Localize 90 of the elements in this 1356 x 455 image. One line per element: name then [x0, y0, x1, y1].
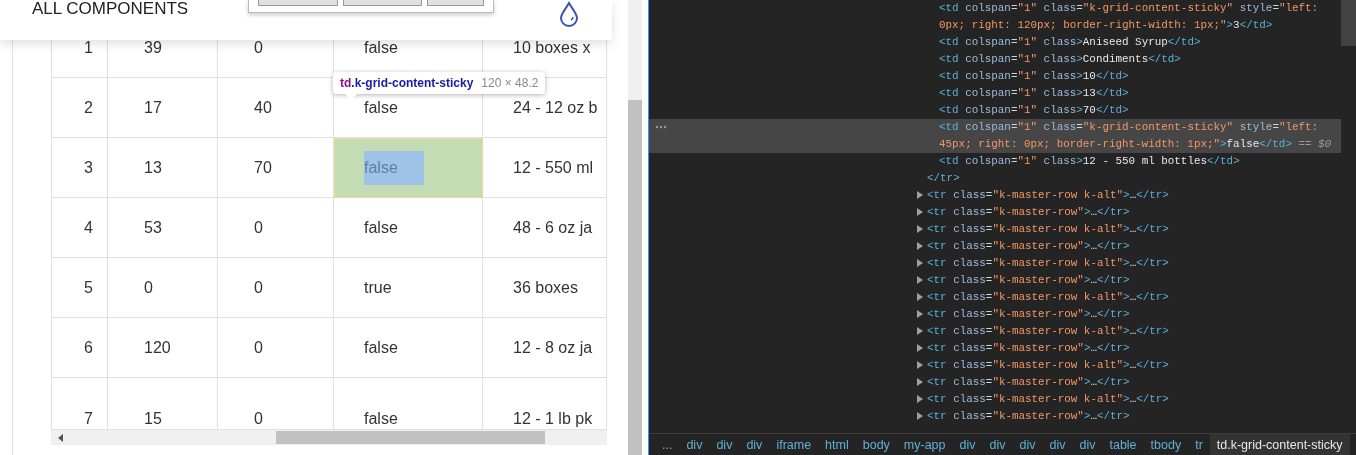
breadcrumb-item[interactable]: my-app: [896, 434, 953, 455]
breadcrumb-item[interactable]: div: [739, 434, 770, 455]
expand-triangle-icon[interactable]: [917, 412, 923, 420]
table-cell: 13: [108, 138, 218, 198]
expand-triangle-icon[interactable]: [917, 225, 923, 233]
table-cell: 12 - 1 lb pk: [483, 378, 607, 430]
breadcrumb-item[interactable]: body: [855, 434, 897, 455]
expand-triangle-icon[interactable]: [917, 191, 923, 199]
breadcrumb-item[interactable]: div: [709, 434, 740, 455]
table-cell: 48 - 6 oz ja: [483, 198, 607, 258]
vertical-scrollbar[interactable]: [628, 0, 642, 455]
dom-node-line[interactable]: <td colspan="1" class>12 - 550 ml bottles</td>: [649, 153, 1341, 170]
dom-node-line[interactable]: <tr class="k-master-row k-alt">…</tr>: [649, 221, 1341, 238]
breadcrumb-item[interactable]: tr: [1188, 434, 1210, 455]
table-cell: false: [334, 318, 483, 378]
dom-node-line[interactable]: <tr class="k-master-row k-alt">…</tr>: [649, 187, 1341, 204]
dom-node-line[interactable]: <tr class="k-master-row k-alt">…</tr>: [649, 323, 1341, 340]
dom-node-line[interactable]: <td colspan="1" class>70</td>: [649, 102, 1341, 119]
table-cell: 70: [218, 138, 334, 198]
dom-node-line[interactable]: <tr class="k-master-row">…</tr>: [649, 204, 1341, 221]
breadcrumb-item[interactable]: iframe: [769, 434, 819, 455]
table-cell: 36 boxes: [483, 258, 607, 318]
inspected-table-cell: false: [334, 138, 483, 198]
expand-triangle-icon[interactable]: [917, 327, 923, 335]
breadcrumb-item[interactable]: div: [982, 434, 1013, 455]
table-cell: 53: [108, 198, 218, 258]
table-cell: 0: [218, 198, 334, 258]
table-cell: 17: [108, 78, 218, 138]
table-cell: true: [334, 258, 483, 318]
table-cell: 6: [52, 318, 108, 378]
dom-node-line[interactable]: <td colspan="1" class>Condiments</td>: [649, 51, 1341, 68]
breadcrumb-item[interactable]: td.k-grid-content-sticky: [1209, 434, 1350, 455]
breadcrumb-item[interactable]: table: [1102, 434, 1144, 455]
expand-triangle-icon[interactable]: [917, 378, 923, 386]
expand-triangle-icon[interactable]: [917, 310, 923, 318]
table-cell: false: [334, 198, 483, 258]
table-cell: 7: [52, 378, 108, 430]
table-cell: 12 - 8 oz ja: [483, 318, 607, 378]
table-cell: 4: [52, 198, 108, 258]
table-cell: 2: [52, 78, 108, 138]
breadcrumb-item[interactable]: div: [1042, 434, 1073, 455]
element-selector: td.k-grid-content-sticky: [340, 76, 474, 90]
dom-node-line[interactable]: </tr>: [649, 170, 1341, 187]
table-cell: 0: [218, 378, 334, 430]
table-cell: 0: [108, 258, 218, 318]
breadcrumb-item[interactable]: ...: [655, 434, 680, 455]
expand-triangle-icon[interactable]: [917, 395, 923, 403]
breadcrumb-item[interactable]: div: [1072, 434, 1103, 455]
dom-node-line[interactable]: <td colspan="1" class>13</td>: [649, 85, 1341, 102]
table-cell: 12 - 550 ml: [483, 138, 607, 198]
page-title: ALL COMPONENTS: [32, 0, 189, 17]
dom-node-line[interactable]: <tr class="k-master-row">…</tr>: [649, 272, 1341, 289]
dom-node-line[interactable]: <td colspan="1" class="k-grid-content-sticky" style="left: 0px; right: 120px; border-right-width: 1px;">3</td>: [649, 0, 1341, 34]
scrollbar-thumb[interactable]: [276, 431, 545, 444]
dom-node-line[interactable]: <tr class="k-master-row">…</tr>: [649, 408, 1341, 425]
table-cell: 3: [52, 138, 108, 198]
dom-node-line[interactable]: <tr class="k-master-row">…</tr>: [649, 306, 1341, 323]
table-cell: false: [334, 378, 483, 430]
scrollbar-thumb[interactable]: [628, 100, 642, 455]
expand-triangle-icon[interactable]: [917, 293, 923, 301]
expand-triangle-icon[interactable]: [917, 242, 923, 250]
dom-node-line[interactable]: <tr class="k-master-row">…</tr>: [649, 238, 1341, 255]
expand-triangle-icon[interactable]: [917, 344, 923, 352]
table-cell: 0: [218, 318, 334, 378]
dom-node-line[interactable]: <tr class="k-master-row k-alt">…</tr>: [649, 391, 1341, 408]
breadcrumb-item[interactable]: html: [818, 434, 856, 455]
scrollbar-thumb[interactable]: [1341, 0, 1356, 46]
expand-triangle-icon[interactable]: [917, 361, 923, 369]
expand-triangle-icon[interactable]: [917, 208, 923, 216]
element-size: 120 × 48.2: [481, 76, 539, 90]
dom-node-line[interactable]: <tr class="k-master-row k-alt">…</tr>: [649, 289, 1341, 306]
dom-node-line[interactable]: <tr class="k-master-row k-alt">…</tr>: [649, 255, 1341, 272]
scroll-left-icon[interactable]: [58, 434, 63, 442]
dom-node-line[interactable]: <td colspan="1" class>10</td>: [649, 68, 1341, 85]
dom-node-line[interactable]: <tr class="k-master-row">…</tr>: [649, 340, 1341, 357]
dom-node-line[interactable]: <tr class="k-master-row">…</tr>: [649, 374, 1341, 391]
breadcrumb-item[interactable]: div: [1012, 434, 1043, 455]
horizontal-scrollbar[interactable]: [51, 430, 607, 445]
table-cell: 120: [108, 318, 218, 378]
dom-node-line[interactable]: <td colspan="1" class>Aniseed Syrup</td>: [649, 34, 1341, 51]
dom-node-line[interactable]: <tr class="k-master-row k-alt">…</tr>: [649, 357, 1341, 374]
breadcrumb-item[interactable]: tbody: [1143, 434, 1189, 455]
table-cell: 0: [218, 258, 334, 318]
breadcrumb-item[interactable]: div: [679, 434, 710, 455]
more-icon[interactable]: [655, 125, 667, 129]
expand-triangle-icon[interactable]: [917, 259, 923, 267]
expand-triangle-icon[interactable]: [917, 276, 923, 284]
table-cell: 5: [52, 258, 108, 318]
table-cell: 15: [108, 378, 218, 430]
breadcrumb-item[interactable]: div: [952, 434, 983, 455]
